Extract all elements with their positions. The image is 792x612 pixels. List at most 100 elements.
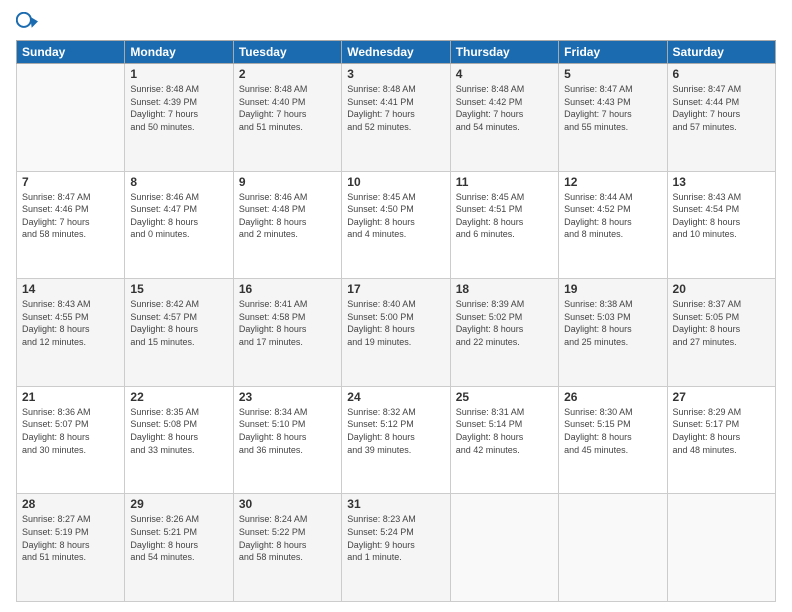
day-cell: 25 Sunrise: 8:31 AM Sunset: 5:14 PM Dayli… bbox=[450, 386, 558, 494]
page: SundayMondayTuesdayWednesdayThursdayFrid… bbox=[0, 0, 792, 612]
day-number: 17 bbox=[347, 282, 444, 296]
day-cell: 23Sunrise: 8:34 AM Sunset: 5:10 PM Dayli… bbox=[233, 386, 341, 494]
col-header-friday: Friday bbox=[559, 41, 667, 64]
day-number: 9 bbox=[239, 175, 336, 189]
day-number: 4 bbox=[456, 67, 553, 81]
day-number: 30 bbox=[239, 497, 336, 511]
day-cell: 12 Sunrise: 8:44 AM Sunset: 4:52 PM Dayli… bbox=[559, 171, 667, 279]
day-number: 18 bbox=[456, 282, 553, 296]
day-content: Sunrise: 8:45 AM Sunset: 4:51 PM Dayligh… bbox=[456, 191, 553, 241]
col-header-monday: Monday bbox=[125, 41, 233, 64]
day-number: 20 bbox=[673, 282, 770, 296]
day-cell: 27 Sunrise: 8:29 AM Sunset: 5:17 PM Dayli… bbox=[667, 386, 775, 494]
day-number: 26 bbox=[564, 390, 661, 404]
day-cell: 22 Sunrise: 8:35 AM Sunset: 5:08 PM Dayli… bbox=[125, 386, 233, 494]
day-cell: 29 Sunrise: 8:26 AM Sunset: 5:21 PM Dayli… bbox=[125, 494, 233, 602]
day-cell: 18Sunrise: 8:39 AM Sunset: 5:02 PM Dayli… bbox=[450, 279, 558, 387]
col-header-tuesday: Tuesday bbox=[233, 41, 341, 64]
day-cell bbox=[559, 494, 667, 602]
header bbox=[16, 12, 776, 34]
col-header-sunday: Sunday bbox=[17, 41, 125, 64]
day-cell: 10Sunrise: 8:45 AM Sunset: 4:50 PM Dayli… bbox=[342, 171, 450, 279]
day-number: 2 bbox=[239, 67, 336, 81]
day-cell: 15Sunrise: 8:42 AM Sunset: 4:57 PM Dayli… bbox=[125, 279, 233, 387]
day-cell: 30 Sunrise: 8:24 AM Sunset: 5:22 PM Dayli… bbox=[233, 494, 341, 602]
col-header-saturday: Saturday bbox=[667, 41, 775, 64]
day-number: 24 bbox=[347, 390, 444, 404]
day-content: Sunrise: 8:30 AM Sunset: 5:15 PM Dayligh… bbox=[564, 406, 661, 456]
day-number: 16 bbox=[239, 282, 336, 296]
day-cell: 3 Sunrise: 8:48 AM Sunset: 4:41 PM Daylig… bbox=[342, 64, 450, 172]
day-content: Sunrise: 8:46 AM Sunset: 4:48 PM Dayligh… bbox=[239, 191, 336, 241]
day-number: 12 bbox=[564, 175, 661, 189]
day-content: Sunrise: 8:43 AM Sunset: 4:54 PM Dayligh… bbox=[673, 191, 770, 241]
day-content: Sunrise: 8:27 AM Sunset: 5:19 PM Dayligh… bbox=[22, 513, 119, 563]
logo bbox=[16, 12, 42, 34]
day-number: 31 bbox=[347, 497, 444, 511]
day-number: 28 bbox=[22, 497, 119, 511]
day-content: Sunrise: 8:32 AM Sunset: 5:12 PM Dayligh… bbox=[347, 406, 444, 456]
day-cell: 13 Sunrise: 8:43 AM Sunset: 4:54 PM Dayli… bbox=[667, 171, 775, 279]
day-content: Sunrise: 8:43 AM Sunset: 4:55 PM Dayligh… bbox=[22, 298, 119, 348]
day-cell: 1 Sunrise: 8:48 AM Sunset: 4:39 PM Daylig… bbox=[125, 64, 233, 172]
day-cell: 31 Sunrise: 8:23 AM Sunset: 5:24 PM Dayli… bbox=[342, 494, 450, 602]
day-content: Sunrise: 8:44 AM Sunset: 4:52 PM Dayligh… bbox=[564, 191, 661, 241]
day-content: Sunrise: 8:29 AM Sunset: 5:17 PM Dayligh… bbox=[673, 406, 770, 456]
header-row: SundayMondayTuesdayWednesdayThursdayFrid… bbox=[17, 41, 776, 64]
day-content: Sunrise: 8:37 AM Sunset: 5:05 PM Dayligh… bbox=[673, 298, 770, 348]
day-cell: 19Sunrise: 8:38 AM Sunset: 5:03 PM Dayli… bbox=[559, 279, 667, 387]
day-number: 22 bbox=[130, 390, 227, 404]
day-cell: 28 Sunrise: 8:27 AM Sunset: 5:19 PM Dayli… bbox=[17, 494, 125, 602]
week-row-5: 28 Sunrise: 8:27 AM Sunset: 5:19 PM Dayli… bbox=[17, 494, 776, 602]
day-content: Sunrise: 8:48 AM Sunset: 4:39 PM Dayligh… bbox=[130, 83, 227, 133]
day-content: Sunrise: 8:46 AM Sunset: 4:47 PM Dayligh… bbox=[130, 191, 227, 241]
day-cell bbox=[667, 494, 775, 602]
day-number: 6 bbox=[673, 67, 770, 81]
day-content: Sunrise: 8:48 AM Sunset: 4:41 PM Dayligh… bbox=[347, 83, 444, 133]
day-number: 10 bbox=[347, 175, 444, 189]
day-content: Sunrise: 8:47 AM Sunset: 4:44 PM Dayligh… bbox=[673, 83, 770, 133]
week-row-3: 14 Sunrise: 8:43 AM Sunset: 4:55 PM Dayli… bbox=[17, 279, 776, 387]
day-content: Sunrise: 8:42 AM Sunset: 4:57 PM Dayligh… bbox=[130, 298, 227, 348]
day-cell: 11 Sunrise: 8:45 AM Sunset: 4:51 PM Dayli… bbox=[450, 171, 558, 279]
day-content: Sunrise: 8:24 AM Sunset: 5:22 PM Dayligh… bbox=[239, 513, 336, 563]
day-cell: 7Sunrise: 8:47 AM Sunset: 4:46 PM Daylig… bbox=[17, 171, 125, 279]
day-number: 27 bbox=[673, 390, 770, 404]
day-number: 19 bbox=[564, 282, 661, 296]
day-number: 3 bbox=[347, 67, 444, 81]
day-cell bbox=[17, 64, 125, 172]
day-cell bbox=[450, 494, 558, 602]
day-cell: 4 Sunrise: 8:48 AM Sunset: 4:42 PM Daylig… bbox=[450, 64, 558, 172]
day-number: 23 bbox=[239, 390, 336, 404]
day-cell: 5Sunrise: 8:47 AM Sunset: 4:43 PM Daylig… bbox=[559, 64, 667, 172]
day-cell: 14 Sunrise: 8:43 AM Sunset: 4:55 PM Dayli… bbox=[17, 279, 125, 387]
day-content: Sunrise: 8:23 AM Sunset: 5:24 PM Dayligh… bbox=[347, 513, 444, 563]
day-number: 1 bbox=[130, 67, 227, 81]
day-cell: 6 Sunrise: 8:47 AM Sunset: 4:44 PM Daylig… bbox=[667, 64, 775, 172]
day-number: 13 bbox=[673, 175, 770, 189]
day-content: Sunrise: 8:40 AM Sunset: 5:00 PM Dayligh… bbox=[347, 298, 444, 348]
day-cell: 16 Sunrise: 8:41 AM Sunset: 4:58 PM Dayli… bbox=[233, 279, 341, 387]
day-cell: 2 Sunrise: 8:48 AM Sunset: 4:40 PM Daylig… bbox=[233, 64, 341, 172]
day-cell: 20 Sunrise: 8:37 AM Sunset: 5:05 PM Dayli… bbox=[667, 279, 775, 387]
day-content: Sunrise: 8:48 AM Sunset: 4:40 PM Dayligh… bbox=[239, 83, 336, 133]
week-row-2: 7Sunrise: 8:47 AM Sunset: 4:46 PM Daylig… bbox=[17, 171, 776, 279]
day-cell: 17 Sunrise: 8:40 AM Sunset: 5:00 PM Dayli… bbox=[342, 279, 450, 387]
day-number: 25 bbox=[456, 390, 553, 404]
day-number: 8 bbox=[130, 175, 227, 189]
day-content: Sunrise: 8:48 AM Sunset: 4:42 PM Dayligh… bbox=[456, 83, 553, 133]
day-number: 14 bbox=[22, 282, 119, 296]
col-header-wednesday: Wednesday bbox=[342, 41, 450, 64]
day-cell: 21Sunrise: 8:36 AM Sunset: 5:07 PM Dayli… bbox=[17, 386, 125, 494]
day-content: Sunrise: 8:31 AM Sunset: 5:14 PM Dayligh… bbox=[456, 406, 553, 456]
col-header-thursday: Thursday bbox=[450, 41, 558, 64]
day-content: Sunrise: 8:35 AM Sunset: 5:08 PM Dayligh… bbox=[130, 406, 227, 456]
day-content: Sunrise: 8:41 AM Sunset: 4:58 PM Dayligh… bbox=[239, 298, 336, 348]
day-number: 21 bbox=[22, 390, 119, 404]
day-number: 5 bbox=[564, 67, 661, 81]
day-number: 29 bbox=[130, 497, 227, 511]
day-content: Sunrise: 8:26 AM Sunset: 5:21 PM Dayligh… bbox=[130, 513, 227, 563]
day-cell: 24 Sunrise: 8:32 AM Sunset: 5:12 PM Dayli… bbox=[342, 386, 450, 494]
day-number: 11 bbox=[456, 175, 553, 189]
calendar-table: SundayMondayTuesdayWednesdayThursdayFrid… bbox=[16, 40, 776, 602]
